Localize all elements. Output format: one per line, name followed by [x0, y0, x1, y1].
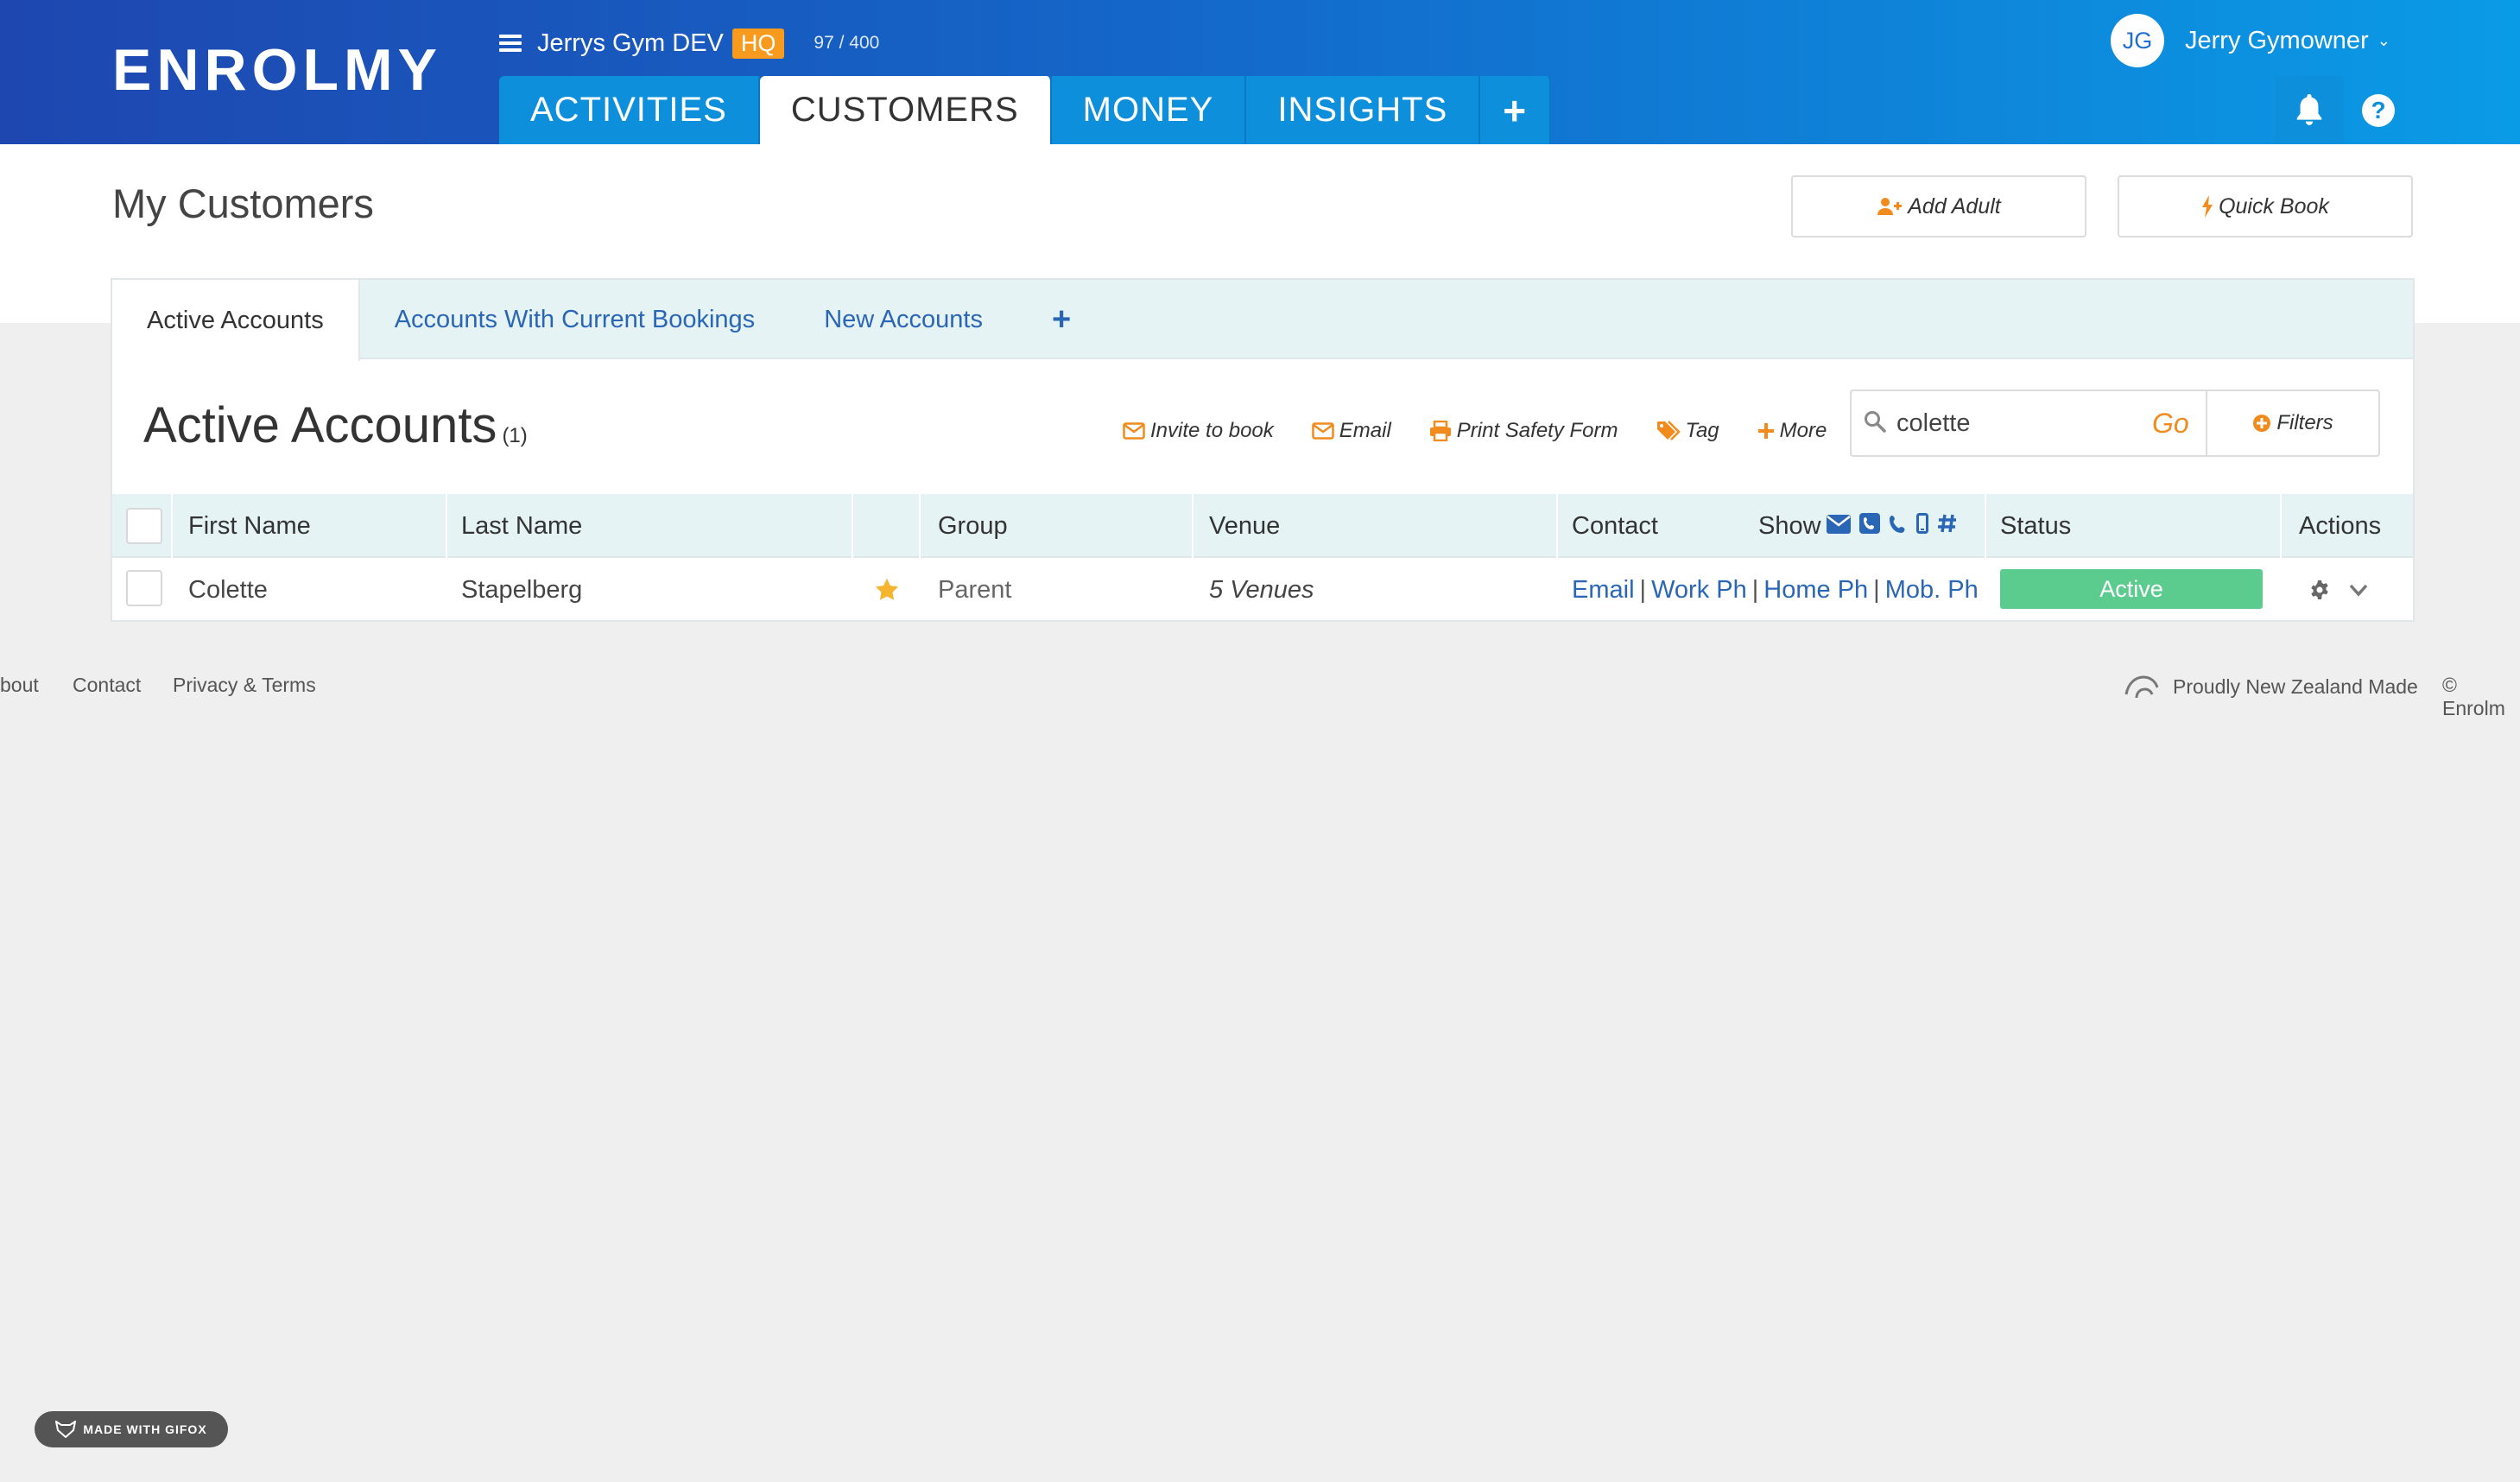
subtab-new-accounts[interactable]: New Accounts	[789, 280, 1017, 359]
more-button[interactable]: More	[1757, 419, 1827, 443]
cell-group: Parent	[938, 575, 1012, 604]
plus-icon	[1757, 422, 1775, 440]
column-venue[interactable]: Venue	[1209, 494, 1280, 558]
column-contact: Contact	[1572, 511, 1658, 540]
column-first-name[interactable]: First Name	[188, 494, 311, 558]
hq-badge: HQ	[731, 28, 785, 59]
star-icon[interactable]	[874, 558, 900, 622]
fox-icon	[55, 1421, 77, 1438]
contact-mobile-phone-link[interactable]: Mob. Ph	[1885, 576, 1979, 605]
print-safety-form-button[interactable]: Print Safety Form	[1429, 419, 1618, 443]
gear-icon[interactable]	[2309, 558, 2330, 622]
table-header: First Name Last Name Group Venue Contact…	[112, 494, 2413, 558]
contact-email-link[interactable]: Email	[1572, 576, 1635, 605]
search-input[interactable]	[1895, 408, 2145, 439]
select-all-checkbox[interactable]	[126, 508, 162, 544]
page-title: My Customers	[112, 180, 374, 226]
tab-activities[interactable]: ACTIVITIES	[499, 76, 760, 144]
bell-icon[interactable]	[2275, 76, 2344, 144]
quick-book-button[interactable]: Quick Book	[2118, 175, 2413, 238]
envelope-icon	[1312, 422, 1334, 440]
watermark-text: MADE WITH GIFOX	[83, 1422, 207, 1436]
search-icon	[1864, 410, 1886, 437]
tag-label: Tag	[1685, 419, 1719, 442]
accounts-panel: Active Accounts Accounts With Current Bo…	[111, 278, 2415, 622]
footer-privacy-link[interactable]: Privacy & Terms	[173, 674, 316, 697]
status-badge: Active	[2000, 569, 2263, 609]
phone-icon[interactable]	[1889, 512, 1908, 541]
account-count: 97 / 400	[814, 33, 880, 53]
invite-label: Invite to book	[1150, 419, 1274, 442]
column-status[interactable]: Status	[2000, 494, 2071, 558]
cell-venue[interactable]: 5 Venues	[1209, 558, 1314, 622]
column-group[interactable]: Group	[938, 494, 1008, 558]
top-header: ENROLMY Jerrys Gym DEV HQ 97 / 400 ACTIV…	[0, 0, 2520, 144]
chevron-down-icon[interactable]: ⌄	[2378, 32, 2390, 50]
list-count: (1)	[502, 424, 528, 447]
invite-to-book-button[interactable]: Invite to book	[1123, 419, 1274, 443]
quick-book-label: Quick Book	[2219, 193, 2329, 218]
subtab-current-bookings[interactable]: Accounts With Current Bookings	[360, 280, 789, 359]
avatar[interactable]: JG	[2111, 14, 2164, 67]
cell-last-name[interactable]: Stapelberg	[461, 558, 582, 622]
chevron-down-icon[interactable]	[2349, 558, 2368, 622]
list-title-text: Active Accounts	[143, 397, 497, 453]
tab-insights[interactable]: INSIGHTS	[1246, 76, 1481, 144]
lightning-icon	[2201, 195, 2213, 218]
plus-circle-icon	[2252, 414, 2271, 433]
mobile-icon[interactable]	[1915, 512, 1928, 541]
nz-made-icon	[2123, 672, 2161, 706]
envelope-icon[interactable]	[1826, 512, 1851, 541]
add-adult-button[interactable]: Add Adult	[1791, 175, 2086, 238]
hashtag-icon[interactable]	[1937, 512, 1958, 541]
printer-icon	[1429, 421, 1452, 441]
org-switcher[interactable]: Jerrys Gym DEV HQ 97 / 400	[499, 24, 879, 62]
subtab-add-button[interactable]: +	[1017, 280, 1105, 359]
contact-work-phone-link[interactable]: Work Ph	[1651, 576, 1747, 605]
email-label: Email	[1339, 419, 1391, 442]
copyright: © Enrolm	[2442, 674, 2505, 719]
filters-button[interactable]: Filters	[2206, 390, 2380, 457]
nz-made-text: Proudly New Zealand Made	[2173, 675, 2418, 698]
contact-show-toggles: Show	[1758, 494, 1958, 558]
search-box: Go	[1850, 390, 2206, 457]
tab-customers[interactable]: CUSTOMERS	[759, 76, 1052, 144]
footer-about-link[interactable]: bout	[0, 674, 39, 697]
phone-square-icon[interactable]	[1858, 512, 1880, 541]
email-button[interactable]: Email	[1312, 419, 1391, 443]
column-last-name[interactable]: Last Name	[461, 494, 582, 558]
add-adult-label: Add Adult	[1908, 193, 2001, 218]
main-nav-tabs: ACTIVITIES CUSTOMERS MONEY INSIGHTS +	[499, 76, 1552, 144]
search-go-button[interactable]: Go	[2152, 408, 2189, 440]
tag-button[interactable]: Tag	[1656, 419, 1719, 443]
column-actions: Actions	[2299, 511, 2382, 540]
subtab-active-accounts[interactable]: Active Accounts	[112, 280, 360, 361]
list-title: Active Accounts (1)	[143, 396, 528, 454]
enrolmy-logo[interactable]: ENROLMY	[112, 36, 442, 104]
show-label: Show	[1758, 511, 1821, 540]
contact-home-phone-link[interactable]: Home Ph	[1763, 576, 1868, 605]
account-subtabs: Active Accounts Accounts With Current Bo…	[112, 280, 2413, 361]
cell-first-name[interactable]: Colette	[188, 558, 268, 622]
gifox-watermark: MADE WITH GIFOX	[35, 1411, 228, 1447]
menu-icon[interactable]	[499, 35, 522, 52]
cell-contact: Email | Work Ph | Home Ph | Mob. Ph	[1572, 575, 1979, 605]
tab-add-button[interactable]: +	[1480, 76, 1552, 144]
org-name[interactable]: Jerrys Gym DEV	[537, 29, 724, 58]
user-menu[interactable]: JG Jerry Gymowner ⌄	[2111, 14, 2390, 67]
print-label: Print Safety Form	[1456, 419, 1618, 442]
user-name[interactable]: Jerry Gymowner	[2185, 27, 2369, 55]
filters-label: Filters	[2276, 411, 2333, 434]
add-user-icon	[1877, 196, 1903, 217]
envelope-icon	[1123, 422, 1145, 440]
more-label: More	[1779, 419, 1827, 442]
tab-money[interactable]: MONEY	[1051, 76, 1247, 144]
row-checkbox[interactable]	[126, 570, 162, 606]
bulk-actions: Invite to book Email Print Safety Form T…	[1123, 414, 1865, 448]
help-icon[interactable]: ?	[2344, 76, 2413, 144]
tag-icon	[1656, 421, 1681, 441]
header-icons: ?	[2275, 76, 2413, 144]
footer-contact-link[interactable]: Contact	[73, 674, 141, 697]
table-row[interactable]: Colette Stapelberg Parent 5 Venues Email…	[112, 558, 2413, 622]
